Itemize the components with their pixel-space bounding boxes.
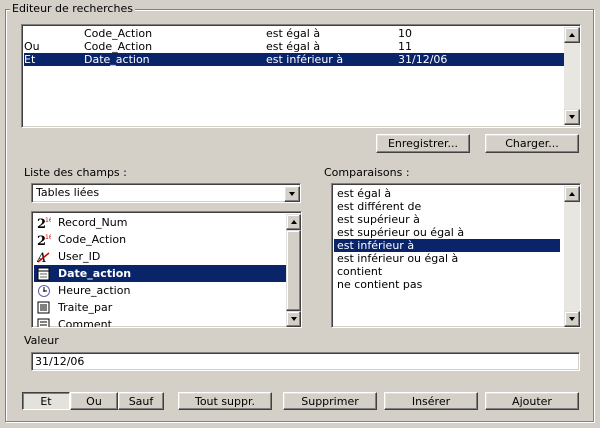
criteria-field: Date_action (84, 53, 150, 66)
text-icon: A (36, 249, 51, 266)
field-item-label: Date_action (58, 267, 132, 280)
field-item-label: User_ID (58, 250, 101, 263)
comparisons-label: Comparaisons : (324, 166, 410, 179)
group-title: Editeur de recherches (10, 2, 135, 16)
arrow-up-icon (569, 33, 575, 37)
time-icon (37, 283, 51, 298)
fields-scroll-up-button[interactable] (286, 214, 301, 230)
table-select-value: Tables liées (36, 186, 100, 199)
field-item[interactable]: 2 16 Record_Num (34, 214, 286, 232)
comparison-item[interactable]: est égal à (334, 187, 560, 200)
fields-list-label: Liste des champs : (24, 166, 127, 179)
arrow-down-icon (290, 317, 297, 321)
insert-button[interactable]: Insérer (384, 392, 478, 410)
comparison-item[interactable]: est inférieur ou égal à (334, 252, 560, 265)
comparisons-scroll-up-button[interactable] (564, 186, 580, 202)
comparisons-scroll-down-button[interactable] (564, 311, 580, 327)
field-item[interactable]: Heure_action (34, 282, 286, 299)
svg-text:16: 16 (45, 234, 51, 241)
arrow-down-icon (569, 317, 575, 321)
criteria-value: 11 (398, 40, 412, 53)
clear-all-button[interactable]: Tout suppr. (178, 392, 272, 410)
criteria-row[interactable]: Ou Code_Action est égal à 11 (24, 40, 564, 53)
comparison-item[interactable]: est inférieur à (334, 239, 560, 252)
criteria-value: 10 (398, 27, 412, 40)
load-button[interactable]: Charger... (485, 134, 579, 153)
criteria-operator: est inférieur à (266, 53, 344, 66)
field-item[interactable]: Traite_par (34, 299, 286, 316)
field-item[interactable]: 2 16 Code_Action (34, 231, 286, 249)
save-button[interactable]: Enregistrer... (376, 134, 470, 153)
criteria-field: Code_Action (84, 27, 153, 40)
arrow-up-icon (290, 220, 297, 224)
arrow-up-icon (569, 192, 575, 196)
except-button[interactable]: Sauf (118, 392, 164, 410)
and-button[interactable]: Et (22, 392, 70, 410)
table-select-dropdown-button[interactable] (284, 186, 300, 202)
field-item-label: Heure_action (58, 284, 131, 297)
integer-icon: 2 16 (37, 232, 53, 249)
comparison-item[interactable]: contient (334, 265, 560, 278)
boolean-icon (37, 300, 51, 315)
fields-scroll-down-button[interactable] (286, 311, 301, 327)
value-label: Valeur (24, 334, 59, 347)
scroll-down-button[interactable] (564, 109, 580, 125)
criteria-operator: est égal à (266, 27, 321, 40)
comparison-item[interactable]: est supérieur ou égal à (334, 226, 560, 239)
arrow-down-icon (569, 115, 575, 119)
field-item[interactable]: Date_action (34, 265, 286, 282)
criteria-list[interactable]: Code_Action est égal à 10 Ou Code_Action est … (21, 24, 581, 128)
text-block-icon (37, 317, 51, 327)
comparison-item[interactable]: ne contient pas (334, 278, 560, 291)
criteria-connector: Ou (24, 40, 40, 53)
criteria-value: 31/12/06 (398, 53, 448, 66)
criteria-operator: est égal à (266, 40, 321, 53)
field-item[interactable]: A User_ID (34, 248, 286, 266)
criteria-field: Code_Action (84, 40, 153, 53)
add-button[interactable]: Ajouter (485, 392, 579, 410)
or-button[interactable]: Ou (70, 392, 118, 410)
chevron-down-icon (289, 192, 295, 196)
comparisons-scrollbar[interactable] (564, 186, 580, 327)
criteria-scrollbar[interactable] (564, 27, 580, 125)
value-input[interactable]: 31/12/06 (31, 352, 580, 371)
svg-text:16: 16 (45, 217, 51, 224)
date-icon (37, 266, 51, 281)
criteria-connector: Et (24, 53, 36, 66)
criteria-row[interactable]: Code_Action est égal à 10 (24, 27, 564, 40)
delete-button[interactable]: Supprimer (283, 392, 377, 410)
field-item-label: Record_Num (58, 216, 128, 229)
field-item-label: Traite_par (58, 301, 113, 314)
field-item-label: Code_Action (58, 233, 127, 246)
value-input-text: 31/12/06 (35, 355, 85, 368)
integer-icon: 2 16 (37, 215, 53, 232)
fields-scrollbar[interactable] (286, 214, 301, 327)
scroll-up-button[interactable] (564, 27, 580, 43)
comparison-item[interactable]: est supérieur à (334, 213, 560, 226)
table-select[interactable]: Tables liées (31, 183, 301, 203)
fields-list[interactable]: 2 16 Record_Num 2 16 Code_Action A User_ID Date_… (31, 211, 302, 328)
fields-scroll-thumb[interactable] (286, 230, 301, 311)
field-item-label: Comment (58, 318, 112, 327)
field-item[interactable]: Comment (34, 316, 286, 327)
criteria-row[interactable]: Et Date_action est inférieur à 31/12/06 (24, 53, 564, 66)
comparison-item[interactable]: est différent de (334, 200, 560, 213)
comparisons-list[interactable]: est égal à est différent de est supérieur … (331, 183, 581, 328)
